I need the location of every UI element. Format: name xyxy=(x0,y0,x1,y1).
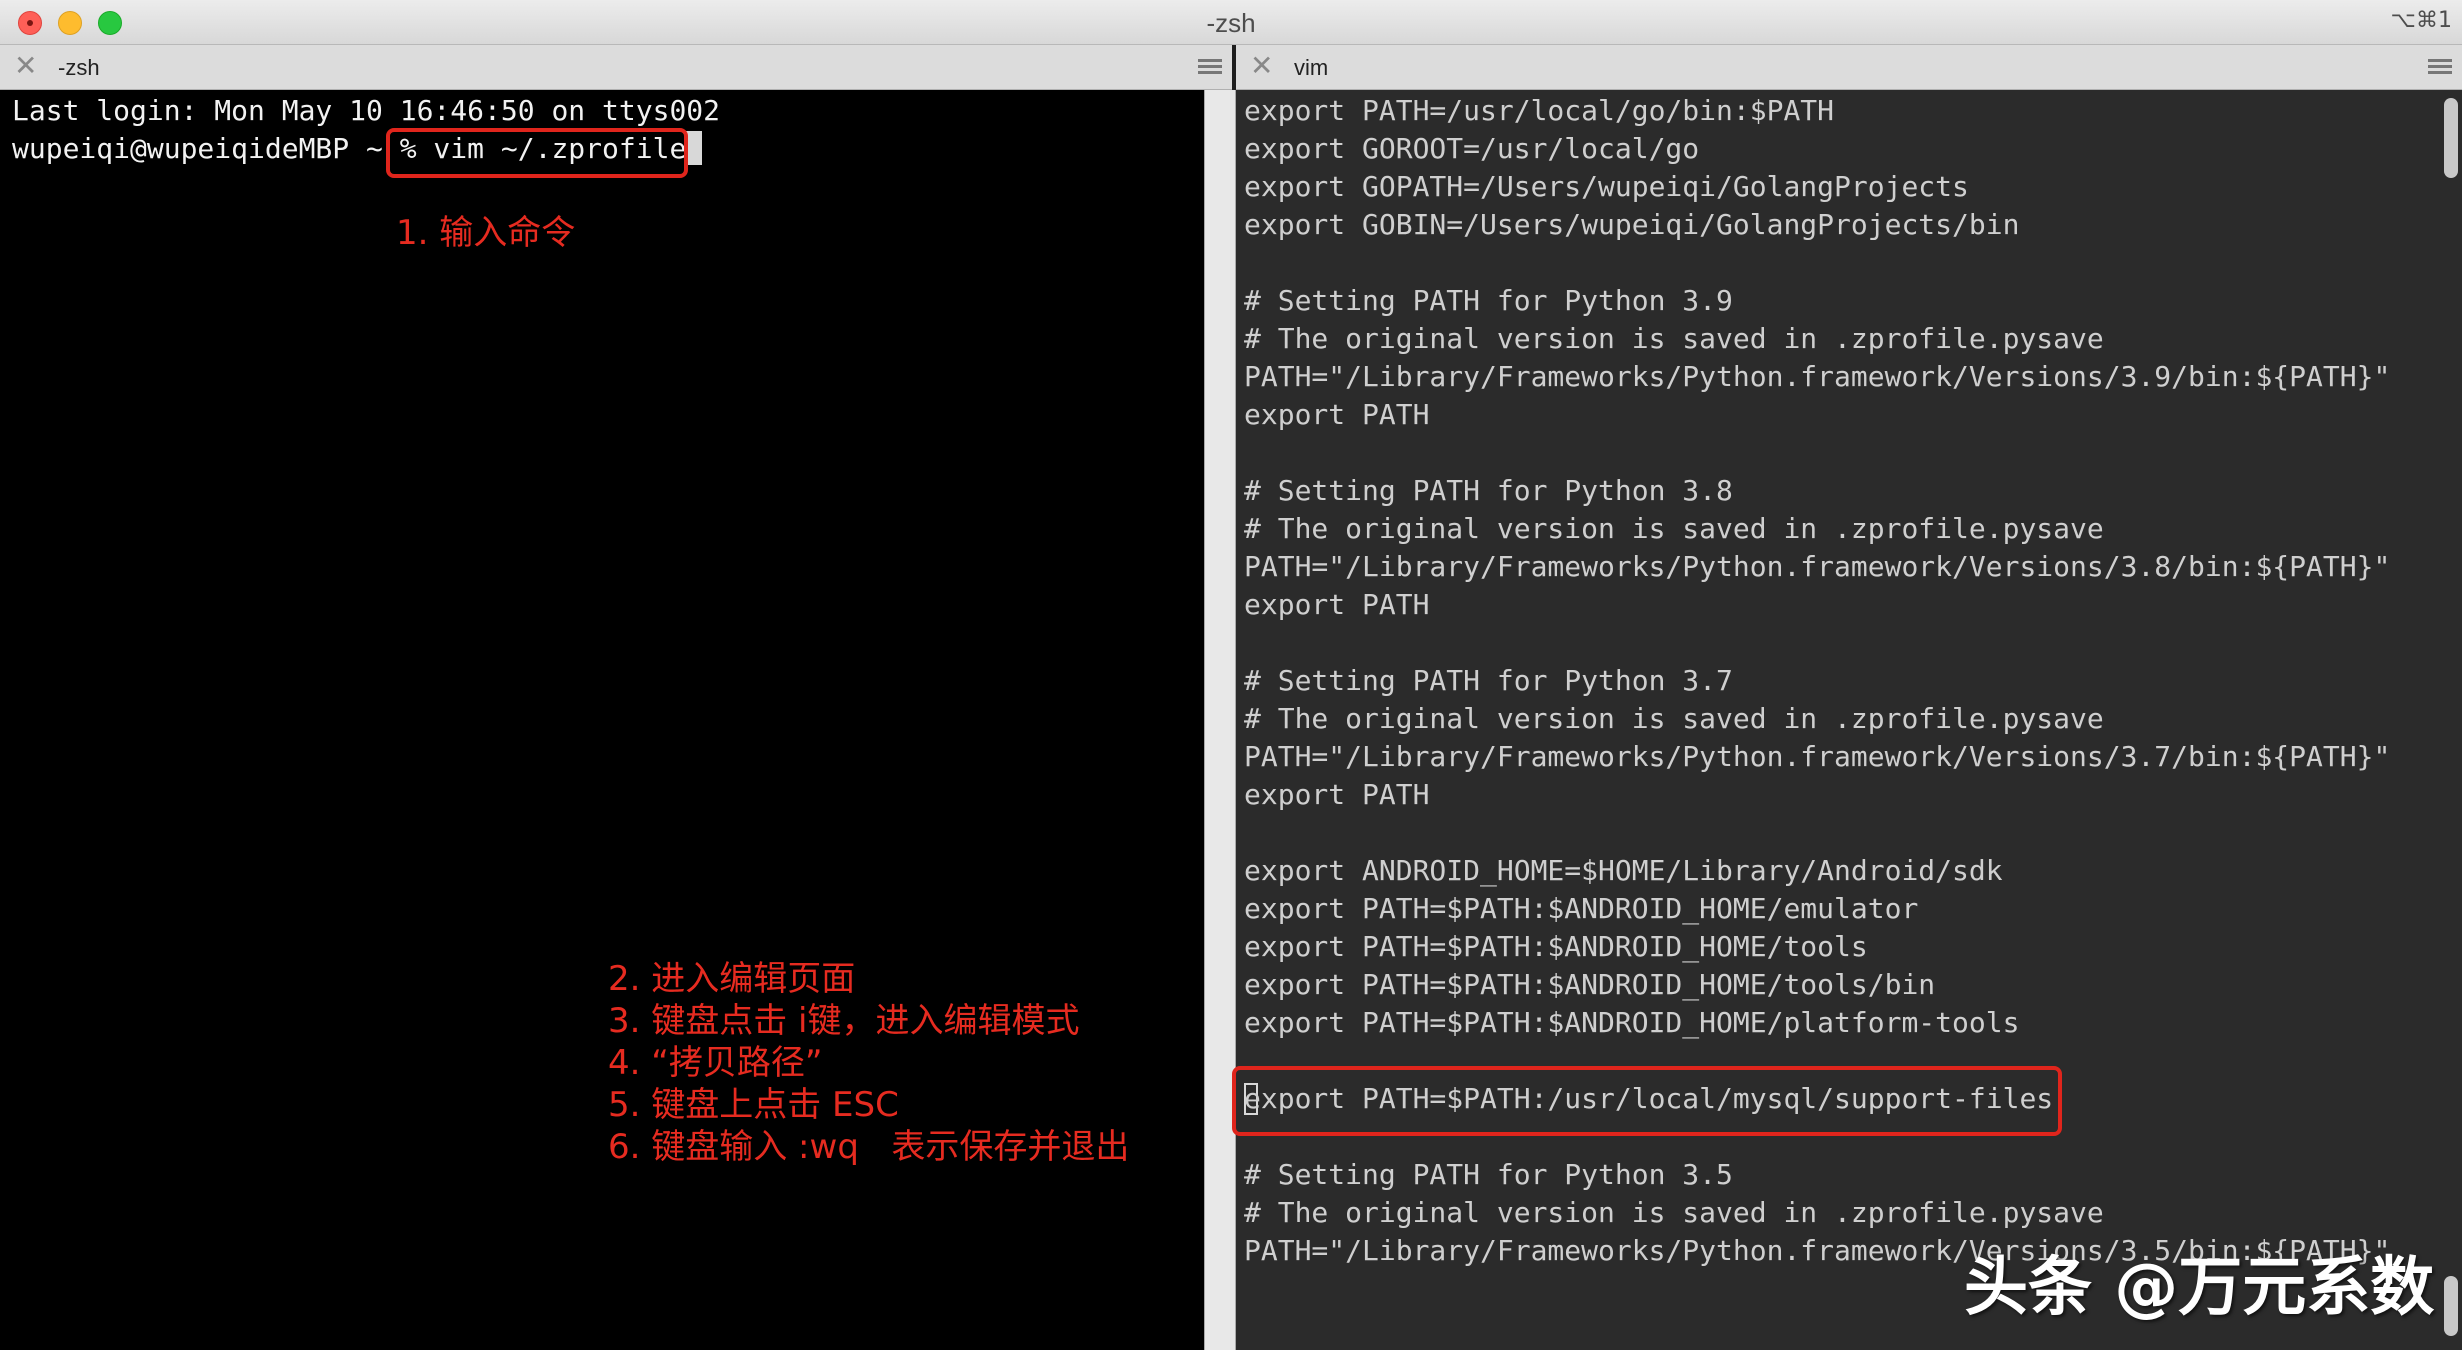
tab-vim[interactable]: ✕ vim xyxy=(1236,45,2462,90)
vim-line: export PATH=$PATH:$ANDROID_HOME/tools xyxy=(1244,930,1868,963)
vim-line: export GOROOT=/usr/local/go xyxy=(1244,132,1700,165)
vim-line: PATH="/Library/Frameworks/Python.framewo… xyxy=(1244,550,2391,583)
window-titlebar: -zsh ⌥⌘1 xyxy=(0,0,2462,45)
vim-line: PATH="/Library/Frameworks/Python.framewo… xyxy=(1244,360,2391,393)
vim-line: export PATH xyxy=(1244,398,1430,431)
watermark-text: 头条 @万元系数 xyxy=(1964,1251,2435,1325)
terminal-cursor xyxy=(686,131,703,165)
vim-line: export PATH=$PATH:$ANDROID_HOME/emulator xyxy=(1244,892,1919,925)
zsh-terminal-pane[interactable]: Last login: Mon May 10 16:46:50 on ttys0… xyxy=(0,90,1204,1350)
vim-line: # The original version is saved in .zpro… xyxy=(1244,512,2104,545)
vim-line: # The original version is saved in .zpro… xyxy=(1244,1196,2104,1229)
vim-line: # The original version is saved in .zpro… xyxy=(1244,702,2104,735)
vim-line: PATH="/Library/Frameworks/Python.framewo… xyxy=(1244,740,2391,773)
vim-editor-pane[interactable]: export PATH=/usr/local/go/bin:$PATH expo… xyxy=(1232,90,2462,1350)
annotation-step-6: 6. 键盘输入 :wq 表示保存并退出 xyxy=(608,1127,1130,1167)
vim-line: export PATH=$PATH:$ANDROID_HOME/platform… xyxy=(1244,1006,2020,1039)
annotation-step-1: 1. 输入命令 xyxy=(396,213,576,253)
vim-line: export ANDROID_HOME=$HOME/Library/Androi… xyxy=(1244,854,2003,887)
vim-line: export PATH=$PATH:$ANDROID_HOME/tools/bi… xyxy=(1244,968,1936,1001)
tab-label: vim xyxy=(1294,55,1329,80)
mysql-path-highlight-box xyxy=(1232,1066,2062,1136)
vim-line: # Setting PATH for Python 3.8 xyxy=(1244,474,1733,507)
tab-zsh[interactable]: ✕ -zsh xyxy=(0,45,1232,90)
tab-label: -zsh xyxy=(58,55,100,80)
close-tab-icon[interactable]: ✕ xyxy=(1250,49,1273,82)
hamburger-menu-icon[interactable] xyxy=(1198,59,1222,75)
annotation-step-5: 5. 键盘上点击 ESC xyxy=(608,1085,899,1125)
annotation-step-3: 3. 键盘点击 i键，进入编辑模式 xyxy=(608,1001,1080,1041)
pane-divider[interactable] xyxy=(1204,90,1236,1350)
vim-line: # Setting PATH for Python 3.5 xyxy=(1244,1158,1733,1191)
window-shortcut: ⌥⌘1 xyxy=(2390,8,2452,33)
vim-line: # The original version is saved in .zpro… xyxy=(1244,322,2104,355)
annotation-step-2: 2. 进入编辑页面 xyxy=(608,959,856,999)
vim-scrollbar-thumb[interactable] xyxy=(2444,1276,2458,1336)
vim-line: # Setting PATH for Python 3.9 xyxy=(1244,284,1733,317)
vim-line: export PATH=/usr/local/go/bin:$PATH xyxy=(1244,94,1835,127)
window-title: -zsh xyxy=(1206,8,1256,38)
close-tab-icon[interactable]: ✕ xyxy=(14,49,37,82)
vim-line: export GOBIN=/Users/wupeiqi/GolangProjec… xyxy=(1244,208,2020,241)
hamburger-menu-icon[interactable] xyxy=(2428,59,2452,75)
vim-scrollbar-top[interactable] xyxy=(2444,98,2458,178)
annotation-step-4: 4. “拷贝路径” xyxy=(608,1043,823,1083)
vim-line: export PATH xyxy=(1244,588,1430,621)
terminal-line-login: Last login: Mon May 10 16:46:50 on ttys0… xyxy=(12,94,721,127)
command-highlight-box xyxy=(386,128,688,178)
vim-line: export GOPATH=/Users/wupeiqi/GolangProje… xyxy=(1244,170,1969,203)
vim-line: export PATH xyxy=(1244,778,1430,811)
vim-line: # Setting PATH for Python 3.7 xyxy=(1244,664,1733,697)
